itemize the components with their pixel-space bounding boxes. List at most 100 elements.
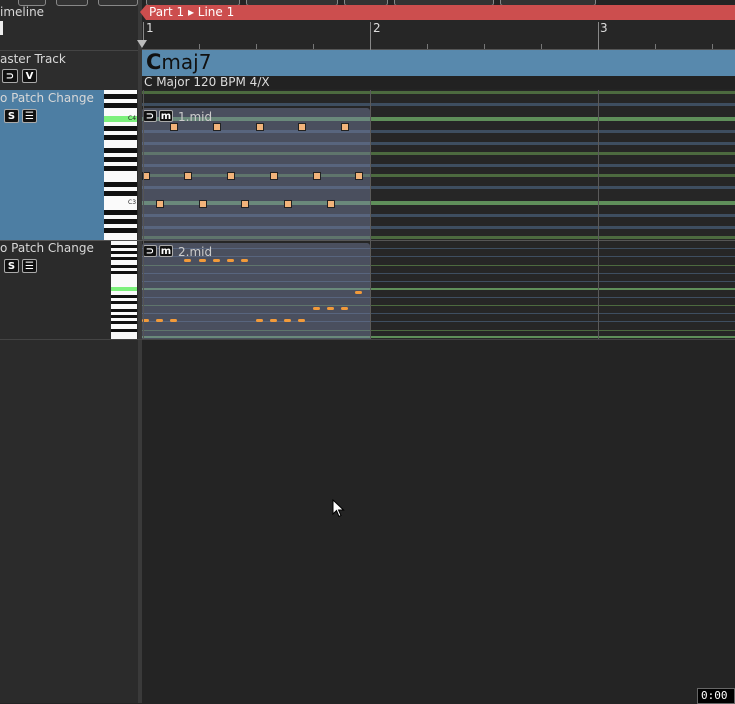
- black-key: [104, 219, 137, 224]
- part-line-label: Part 1 ▸ Line 1: [149, 5, 235, 19]
- piano-keyboard[interactable]: C4 C3: [104, 90, 137, 240]
- beat-tick: [199, 44, 200, 49]
- black-key: [111, 295, 137, 298]
- black-key: [104, 157, 137, 162]
- midi-note[interactable]: [213, 259, 220, 262]
- bar-line: [370, 22, 371, 50]
- midi-note[interactable]: [298, 123, 306, 131]
- clip-mute-button[interactable]: m: [159, 245, 173, 257]
- playhead-icon[interactable]: [137, 40, 147, 48]
- key-info: C Major 120 BPM 4/X: [144, 75, 270, 89]
- c4-mark: C4: [128, 115, 137, 122]
- bar-number: 1: [146, 21, 154, 35]
- black-key: [111, 321, 137, 324]
- midi-note[interactable]: [298, 319, 305, 322]
- black-key: [104, 182, 137, 187]
- midi-note[interactable]: [199, 259, 206, 262]
- midi-note[interactable]: [170, 319, 177, 322]
- midi-note[interactable]: [270, 172, 278, 180]
- black-key: [111, 309, 137, 312]
- highlighted-key: [111, 287, 137, 291]
- midi-note[interactable]: [156, 319, 163, 322]
- black-key: [104, 94, 137, 99]
- bar-line: [598, 22, 599, 50]
- midi-note[interactable]: [256, 319, 263, 322]
- menu-button[interactable]: ☰: [22, 259, 37, 273]
- black-key: [104, 191, 137, 196]
- beat-tick: [712, 44, 713, 49]
- clip-mute-button[interactable]: m: [159, 110, 173, 122]
- clip-label: 1.mid: [178, 110, 213, 124]
- timeline-button[interactable]: [0, 21, 3, 35]
- midi-note[interactable]: [199, 200, 207, 208]
- clock-text: 0:00: [701, 689, 728, 702]
- beat-tick: [256, 44, 257, 49]
- track-divider: [0, 339, 735, 340]
- timeline-label: imeline: [0, 5, 45, 19]
- solo-button[interactable]: S: [4, 109, 19, 123]
- c3-mark: C3: [128, 199, 137, 206]
- piano-keyboard[interactable]: [111, 241, 137, 340]
- black-key: [104, 166, 137, 171]
- midi-note[interactable]: [284, 200, 292, 208]
- midi-note[interactable]: [156, 200, 164, 208]
- timeline-ruler[interactable]: [142, 20, 735, 50]
- toolbar-button[interactable]: [98, 0, 138, 6]
- midi-note[interactable]: [341, 307, 348, 310]
- chord-label[interactable]: Cmaj7: [146, 50, 211, 74]
- mouse-cursor-icon: [332, 499, 345, 518]
- midi-note[interactable]: [327, 200, 335, 208]
- black-key: [111, 251, 137, 254]
- midi-note[interactable]: [184, 259, 191, 262]
- midi-note[interactable]: [241, 259, 248, 262]
- midi-note[interactable]: [227, 259, 234, 262]
- black-key: [111, 315, 137, 318]
- midi-note[interactable]: [313, 307, 320, 310]
- solo-button[interactable]: S: [4, 259, 19, 273]
- midi-note[interactable]: [213, 123, 221, 131]
- midi-clip[interactable]: [142, 243, 370, 340]
- clip-loop-button[interactable]: ⊃: [143, 245, 157, 257]
- black-key: [111, 265, 137, 268]
- toolbar-button[interactable]: [56, 0, 88, 6]
- black-key: [111, 257, 137, 260]
- chord-track[interactable]: [142, 50, 735, 76]
- master-track-label: aster Track: [0, 52, 66, 66]
- midi-note[interactable]: [170, 123, 178, 131]
- black-key: [111, 329, 137, 332]
- midi-note[interactable]: [327, 307, 334, 310]
- v-button[interactable]: V: [22, 69, 37, 83]
- midi-note[interactable]: [241, 200, 249, 208]
- track-2-label: o Patch Change: [0, 241, 94, 255]
- midi-note[interactable]: [313, 172, 321, 180]
- bar-line: [143, 90, 144, 340]
- track-1-label: o Patch Change: [0, 91, 94, 105]
- midi-note[interactable]: [341, 123, 349, 131]
- midi-note[interactable]: [227, 172, 235, 180]
- bar-line: [598, 90, 599, 340]
- midi-note[interactable]: [284, 319, 291, 322]
- loop-button[interactable]: ⊃: [2, 69, 18, 83]
- midi-note[interactable]: [355, 291, 362, 294]
- black-key: [111, 245, 137, 248]
- bar-number: 2: [373, 21, 381, 35]
- black-key: [104, 210, 137, 215]
- midi-note[interactable]: [270, 319, 277, 322]
- bar-number: 3: [600, 21, 608, 35]
- time-display: 0:00: [697, 688, 735, 704]
- black-key: [111, 301, 137, 304]
- midi-note[interactable]: [184, 172, 192, 180]
- black-key: [104, 148, 137, 153]
- track-2-header[interactable]: [0, 241, 111, 340]
- beat-tick: [484, 44, 485, 49]
- black-key: [104, 228, 137, 233]
- bar-line: [370, 90, 371, 340]
- midi-note[interactable]: [355, 172, 363, 180]
- beat-tick: [313, 44, 314, 49]
- clip-loop-button[interactable]: ⊃: [143, 110, 157, 122]
- chord-quality: maj7: [161, 50, 212, 74]
- midi-note[interactable]: [256, 123, 264, 131]
- grid-lane: [142, 103, 735, 106]
- part-line-tab[interactable]: Part 1 ▸ Line 1: [146, 5, 735, 20]
- menu-button[interactable]: ☰: [22, 109, 37, 123]
